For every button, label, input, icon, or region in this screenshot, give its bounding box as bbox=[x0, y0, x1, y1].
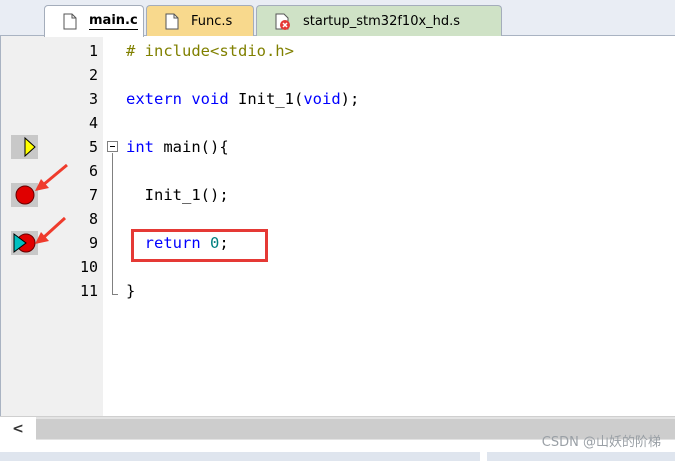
code-line: 2 bbox=[1, 63, 675, 87]
c-file-icon bbox=[63, 13, 77, 30]
code-line: 1 # include<stdio.h> bbox=[1, 39, 675, 63]
line-number: 3 bbox=[88, 90, 98, 108]
code-text: } bbox=[126, 282, 136, 300]
asm-file-error-icon bbox=[275, 13, 290, 30]
highlight-box bbox=[131, 229, 268, 262]
code-line: 11 } bbox=[1, 279, 675, 303]
line-number: 4 bbox=[88, 114, 98, 132]
tab-func-s[interactable]: Func.s bbox=[146, 5, 254, 36]
watermark: CSDN @山妖的阶梯 bbox=[541, 435, 661, 450]
code-line: 5 int main(){ bbox=[1, 135, 675, 159]
asm-file-icon bbox=[165, 13, 179, 30]
tab-main-c[interactable]: main.c bbox=[44, 5, 144, 37]
scroll-left-button[interactable]: < bbox=[0, 417, 36, 441]
line-number: 2 bbox=[88, 66, 98, 84]
editor-tab-strip: main.c Func.s startup_stm32f10x_hd.s bbox=[0, 0, 675, 37]
line-number: 10 bbox=[79, 258, 98, 276]
code-line: 6 bbox=[1, 159, 675, 183]
bottom-panel-left bbox=[0, 452, 480, 461]
code-line: 8 bbox=[1, 207, 675, 231]
tab-label: startup_stm32f10x_hd.s bbox=[303, 13, 461, 29]
line-number: 1 bbox=[88, 42, 98, 60]
line-number: 5 bbox=[88, 138, 98, 156]
tab-label: main.c bbox=[89, 12, 138, 30]
line-number: 11 bbox=[79, 282, 98, 300]
annotation-arrow-icon bbox=[35, 216, 67, 244]
tab-label: Func.s bbox=[191, 13, 233, 29]
code-text: int main(){ bbox=[126, 138, 229, 156]
code-editor[interactable]: 1 # include<stdio.h> 2 3 extern void Ini… bbox=[0, 36, 675, 416]
code-line: 7 Init_1(); bbox=[1, 183, 675, 207]
current-execution-arrow-icon[interactable] bbox=[11, 135, 38, 159]
code-line: 4 bbox=[1, 111, 675, 135]
chevron-left-icon: < bbox=[12, 421, 24, 437]
annotation-arrow-icon bbox=[35, 163, 68, 191]
code-text: extern void Init_1(void); bbox=[126, 90, 360, 108]
code-line: 10 bbox=[1, 255, 675, 279]
code-text: # include<stdio.h> bbox=[126, 42, 294, 60]
code-line: 3 extern void Init_1(void); bbox=[1, 87, 675, 111]
bottom-panel-right bbox=[487, 452, 675, 461]
tab-startup-s[interactable]: startup_stm32f10x_hd.s bbox=[256, 5, 502, 36]
code-text: Init_1(); bbox=[126, 186, 229, 204]
code-line: 9 return 0; bbox=[1, 231, 675, 255]
